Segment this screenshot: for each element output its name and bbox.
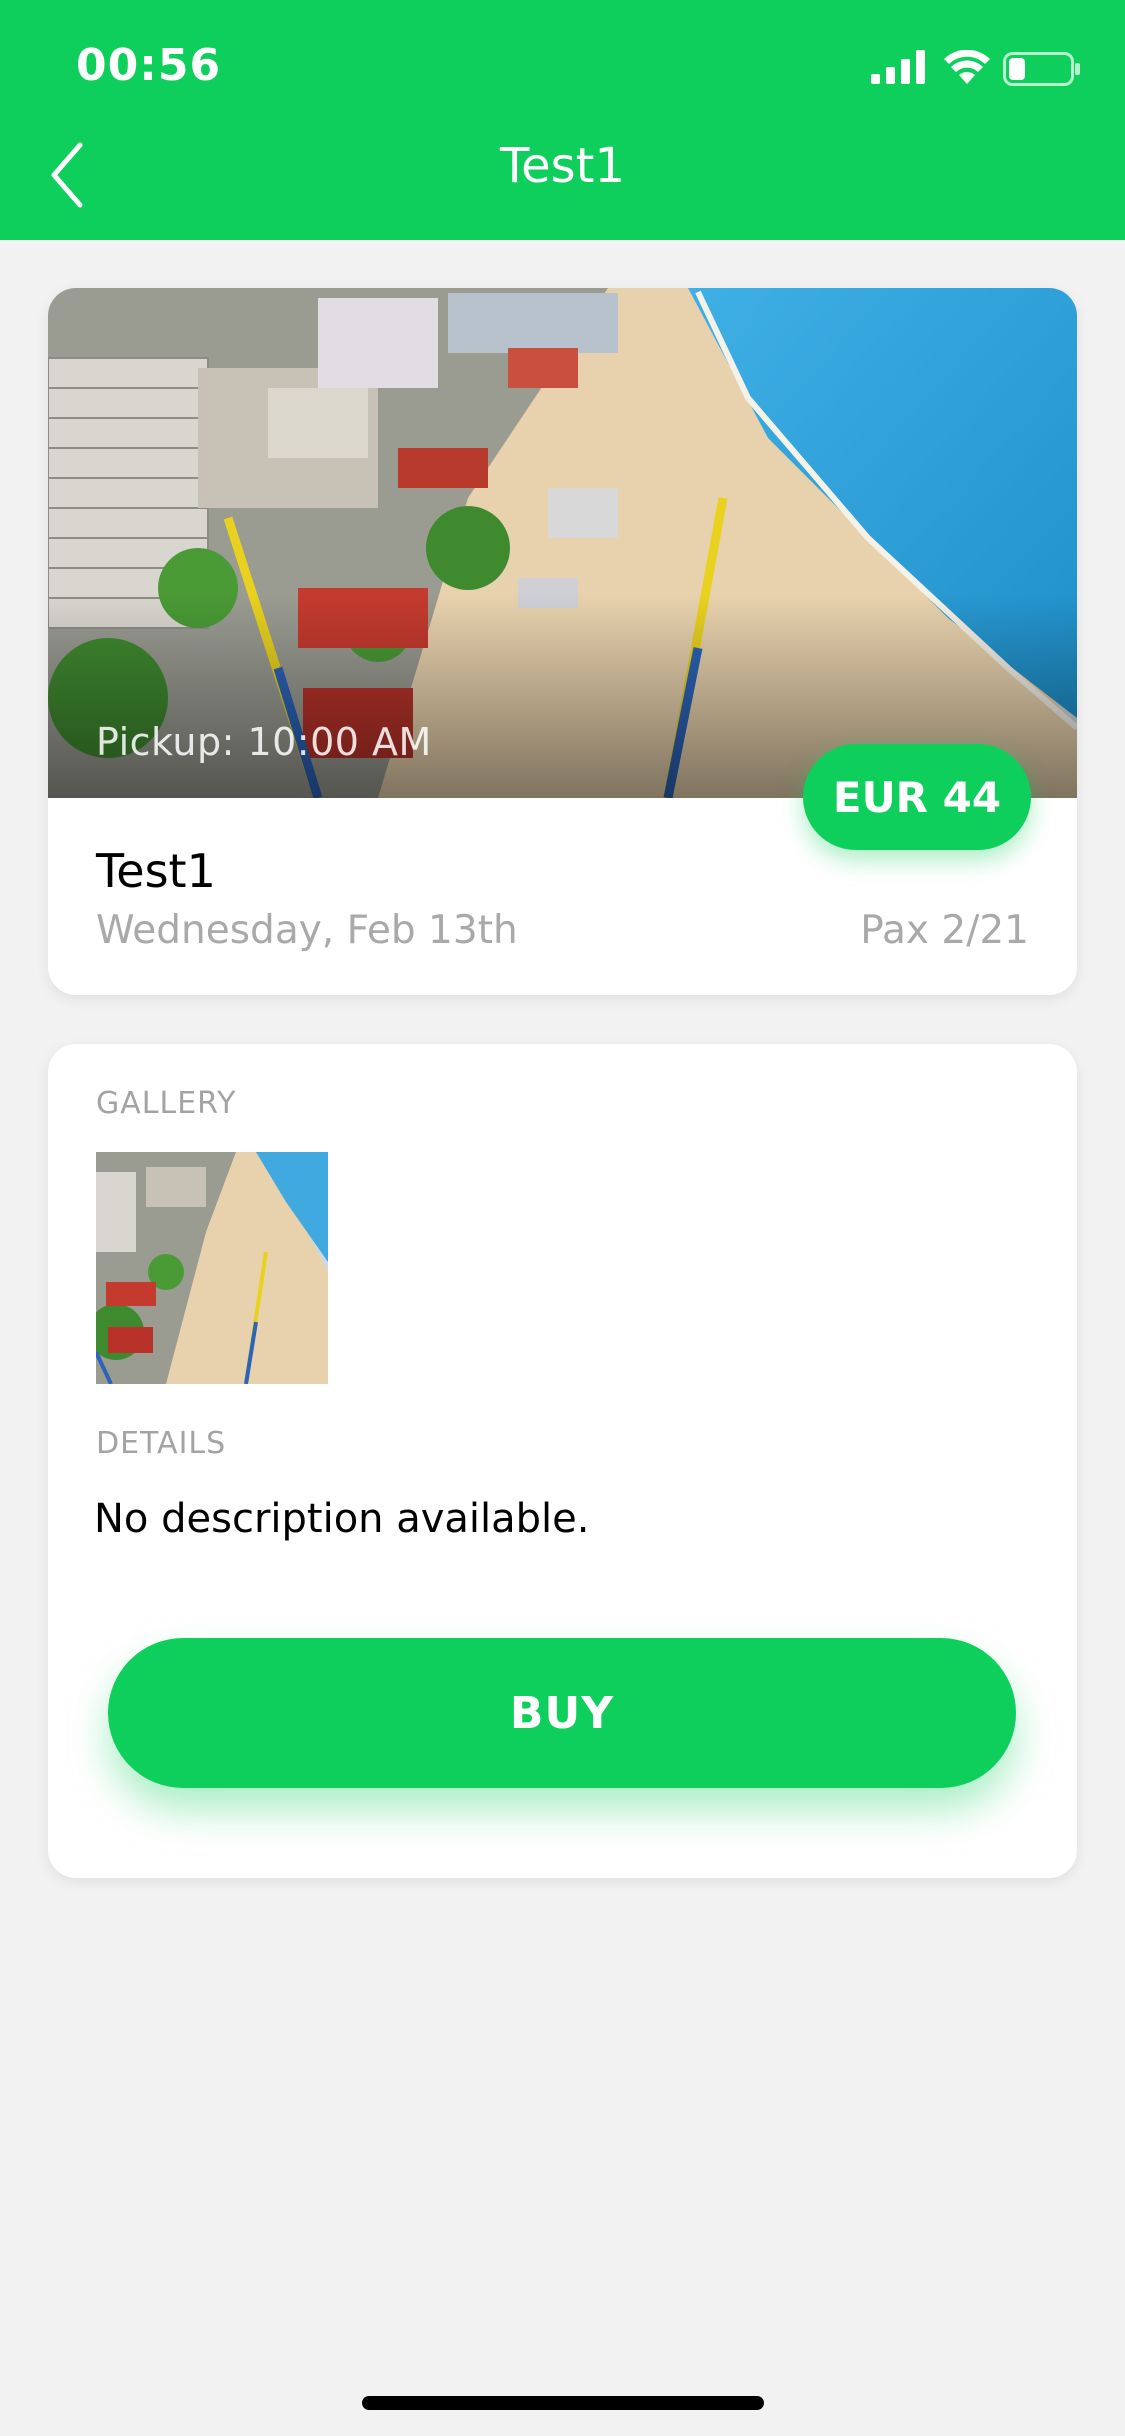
status-time: 00:56 <box>76 40 222 91</box>
details-heading: DETAILS <box>96 1426 227 1461</box>
status-icons <box>871 50 1081 90</box>
wifi-icon <box>944 50 990 84</box>
trip-date: Wednesday, Feb 13th <box>96 908 518 953</box>
trip-details-card: GALLERY DETAILS No description available… <box>48 1044 1077 1878</box>
home-indicator[interactable] <box>362 2396 764 2410</box>
page-title: Test1 <box>499 138 626 194</box>
header-bar: 00:56 Test1 <box>0 0 1125 240</box>
trip-description: No description available. <box>94 1496 590 1542</box>
trip-summary-card[interactable]: Pickup: 10:00 AM EUR 44 Test1 Wednesday,… <box>48 288 1077 995</box>
gallery-heading: GALLERY <box>96 1086 237 1121</box>
trip-title: Test1 <box>96 844 216 898</box>
pickup-time-label: Pickup: 10:00 AM <box>96 720 432 764</box>
gallery-thumbnail[interactable] <box>96 1152 328 1384</box>
buy-button[interactable]: BUY <box>108 1638 1016 1788</box>
price-badge: EUR 44 <box>803 744 1031 850</box>
trip-pax-count: Pax 2/21 <box>860 908 1029 953</box>
signal-icon <box>871 50 925 84</box>
battery-icon <box>1003 52 1080 86</box>
